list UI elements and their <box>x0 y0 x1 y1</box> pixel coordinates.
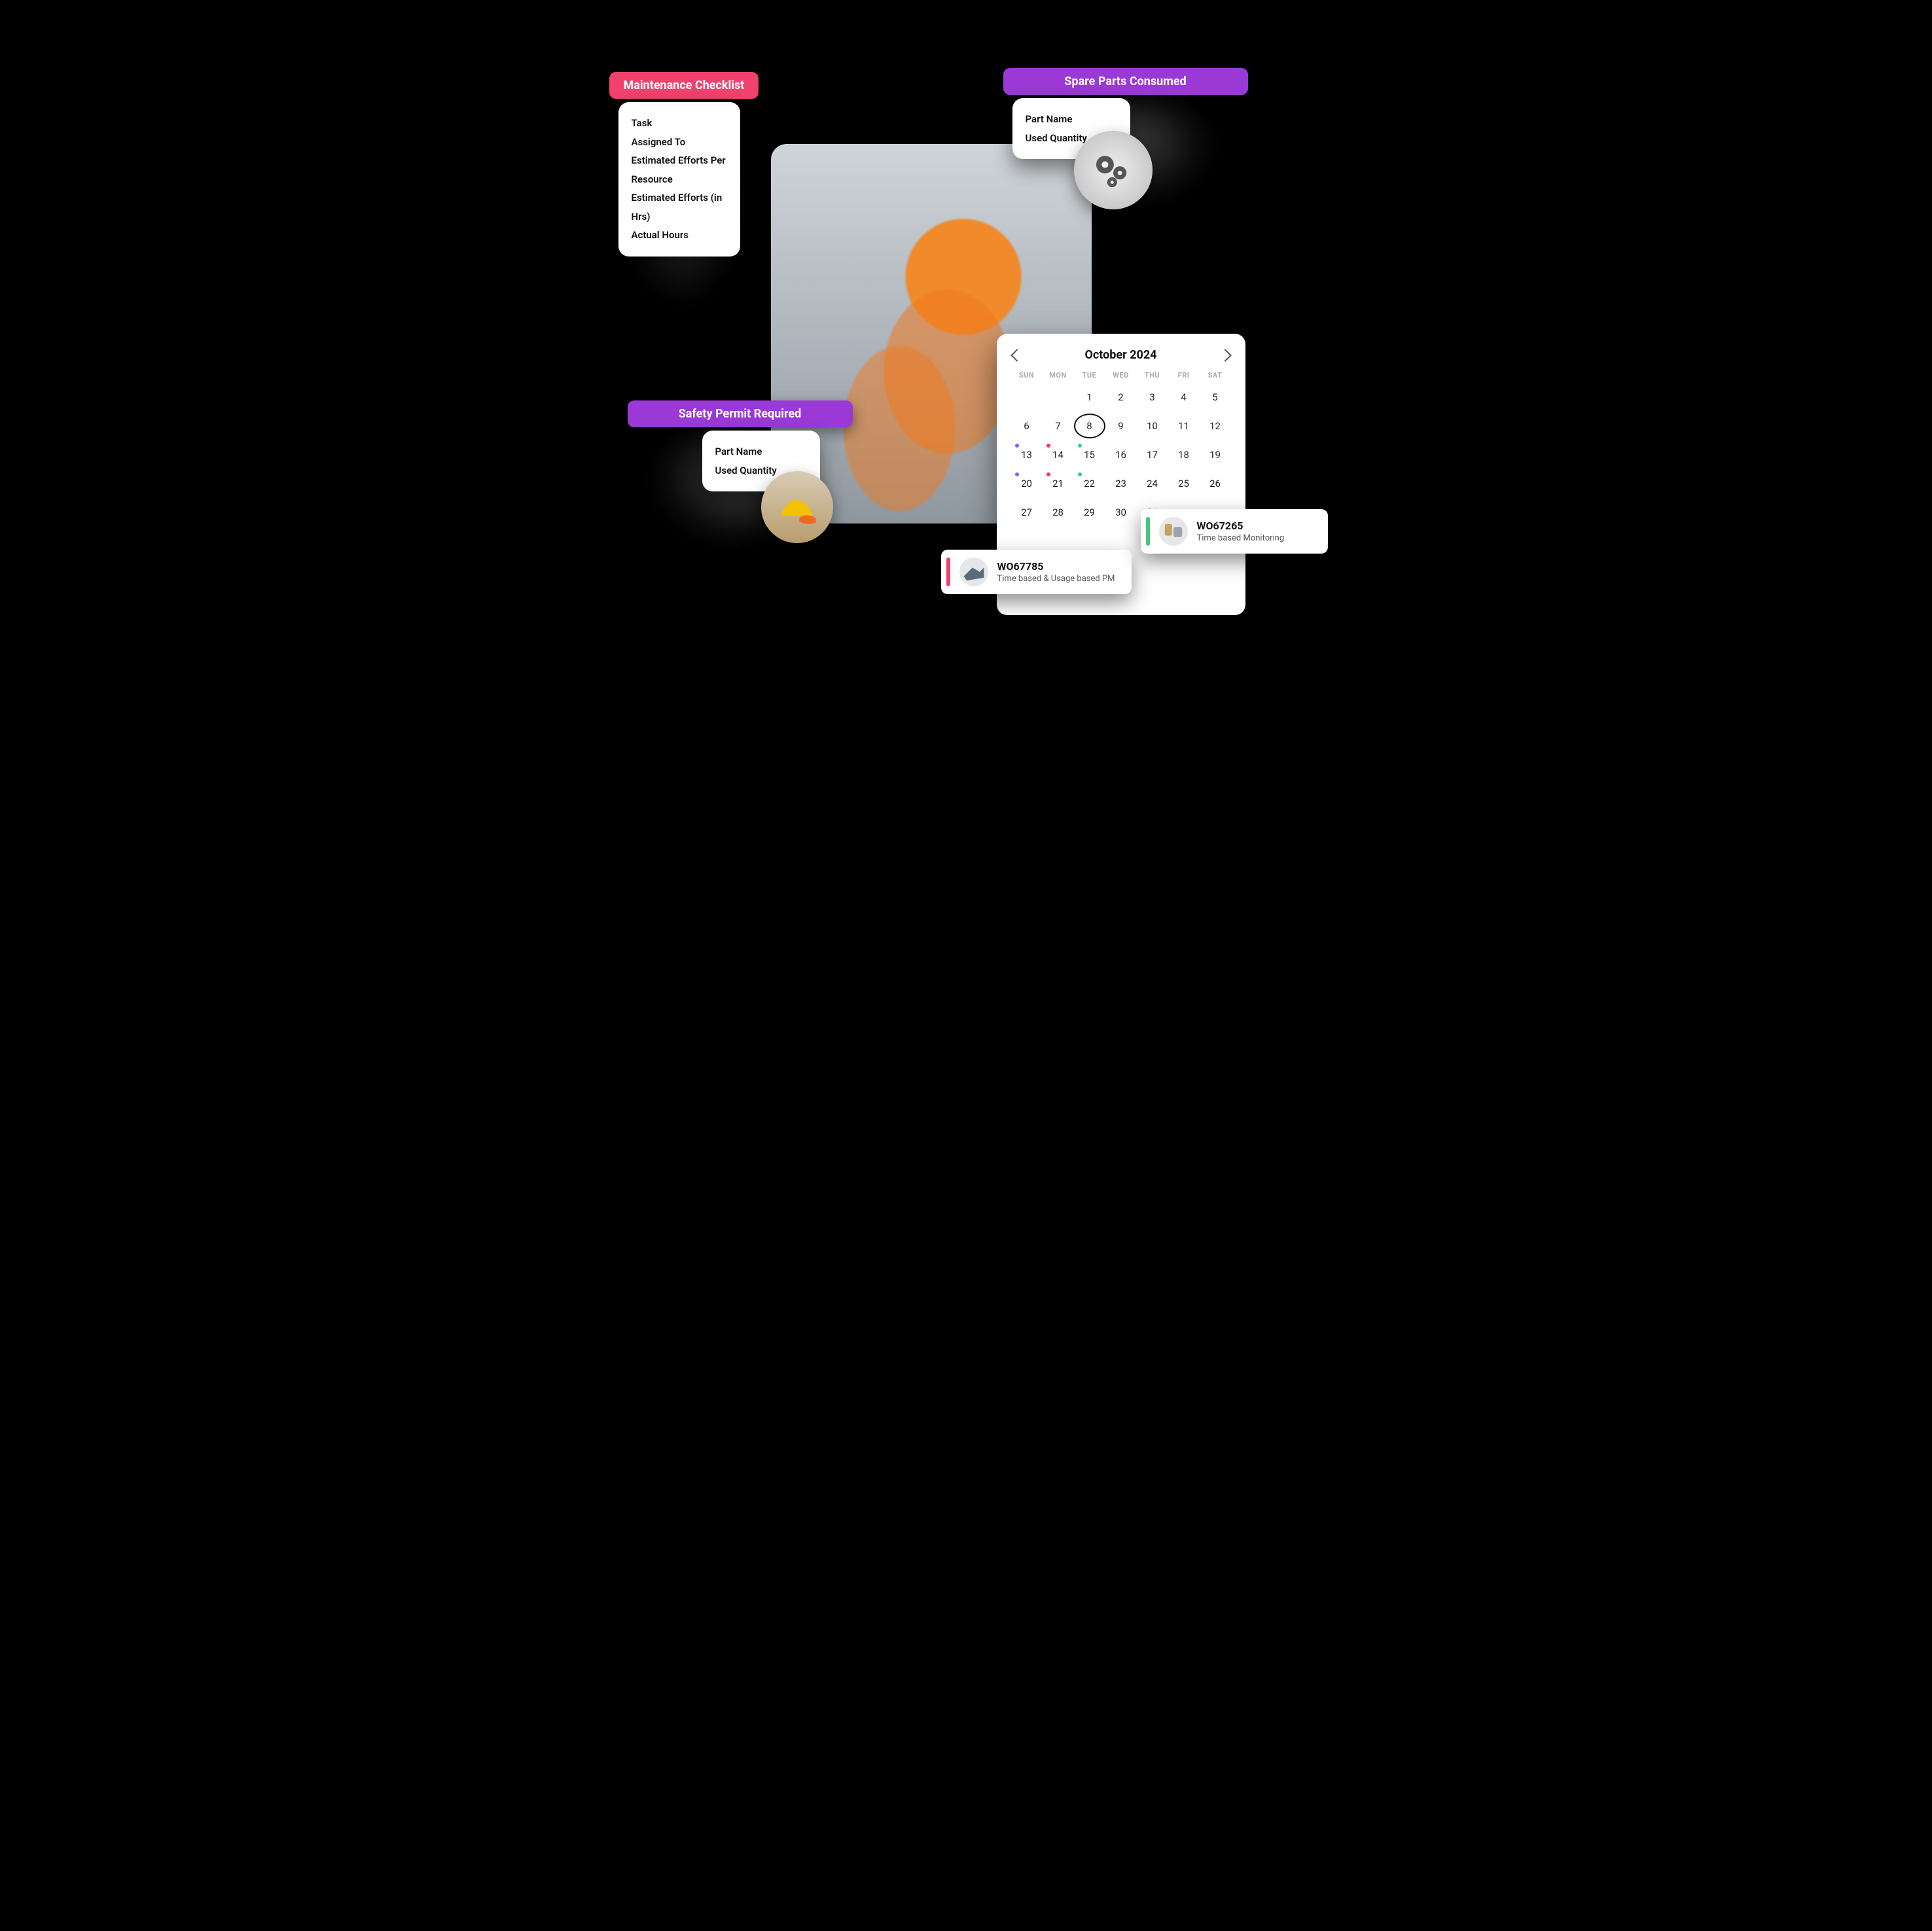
checklist-field: Assigned To <box>632 133 727 152</box>
wo-desc: Time based Monitoring <box>1197 533 1285 543</box>
calendar-day[interactable]: 7 <box>1043 414 1074 438</box>
calendar-day[interactable]: 11 <box>1168 414 1200 438</box>
work-order-card[interactable]: WO67265 Time based Monitoring <box>1141 509 1328 554</box>
spare-parts-header: Spare Parts Consumed <box>1003 68 1248 95</box>
calendar-day[interactable]: 30 <box>1105 500 1137 525</box>
calendar-day[interactable]: 2 <box>1105 385 1137 410</box>
calendar-day[interactable]: 6 <box>1011 414 1043 438</box>
dow: SAT <box>1200 371 1231 380</box>
checklist-field: Estimated Efforts (in Hrs) <box>632 188 727 226</box>
calendar-next-button[interactable] <box>1219 349 1231 361</box>
calendar-day[interactable]: 14 <box>1043 442 1074 467</box>
oil-can-icon <box>959 558 988 586</box>
calendar-day[interactable]: 23 <box>1105 471 1137 496</box>
calendar-day[interactable]: 24 <box>1137 471 1168 496</box>
calendar-day[interactable]: 4 <box>1168 385 1200 410</box>
calendar-day[interactable]: 16 <box>1105 442 1137 467</box>
gears-badge <box>1074 131 1153 209</box>
calendar-day[interactable]: 22 <box>1074 471 1105 496</box>
stage: Maintenance Checklist Task Assigned To E… <box>604 0 1329 724</box>
checklist-field: Actual Hours <box>632 226 727 245</box>
calendar-day[interactable]: 29 <box>1074 500 1105 525</box>
calendar-day[interactable]: 9 <box>1105 414 1137 438</box>
work-order-card[interactable]: WO67785 Time based & Usage based PM <box>941 550 1132 594</box>
calendar-grid: ..12345678910111213141516171819202122232… <box>1011 385 1231 525</box>
calendar-day[interactable]: 13 <box>1011 442 1043 467</box>
parts-icon <box>1159 517 1188 546</box>
safety-permit-header: Safety Permit Required <box>628 400 853 427</box>
wo-desc: Time based & Usage based PM <box>997 574 1115 584</box>
calendar-day[interactable]: 12 <box>1200 414 1231 438</box>
calendar-day[interactable]: 10 <box>1137 414 1168 438</box>
spare-parts-field: Part Name <box>1026 110 1117 129</box>
dow: THU <box>1137 371 1168 380</box>
dow: MON <box>1043 371 1074 380</box>
dow: WED <box>1105 371 1137 380</box>
calendar-day[interactable]: 26 <box>1200 471 1231 496</box>
calendar-day[interactable]: 25 <box>1168 471 1200 496</box>
checklist-field: Estimated Efforts Per Resource <box>632 151 727 188</box>
calendar-day[interactable]: 19 <box>1200 442 1231 467</box>
dow: TUE <box>1074 371 1105 380</box>
calendar-day[interactable]: 20 <box>1011 471 1043 496</box>
wo-color-bar <box>1146 517 1150 546</box>
calendar-prev-button[interactable] <box>1011 349 1023 361</box>
calendar-day[interactable]: 18 <box>1168 442 1200 467</box>
calendar-day[interactable]: 27 <box>1011 500 1043 525</box>
checklist-field: Task <box>632 114 727 133</box>
calendar-day[interactable]: 5 <box>1200 385 1231 410</box>
gear-icon <box>1086 143 1141 198</box>
ppe-badge <box>761 471 833 543</box>
wo-color-bar <box>946 558 950 586</box>
calendar-day[interactable]: 3 <box>1137 385 1168 410</box>
dow: SUN <box>1011 371 1043 380</box>
checklist-card: Task Assigned To Estimated Efforts Per R… <box>618 102 740 257</box>
calendar-day[interactable]: 21 <box>1043 471 1074 496</box>
calendar-dow-row: SUN MON TUE WED THU FRI SAT <box>1011 371 1231 380</box>
calendar-day[interactable]: 17 <box>1137 442 1168 467</box>
calendar-day[interactable]: 1 <box>1074 385 1105 410</box>
dow: FRI <box>1168 371 1200 380</box>
safety-permit-field: Part Name <box>715 442 807 461</box>
calendar-day[interactable]: 28 <box>1043 500 1074 525</box>
wo-id: WO67265 <box>1197 520 1285 532</box>
calendar-day[interactable]: 8 <box>1074 414 1105 438</box>
hardhat-icon <box>772 482 822 533</box>
calendar-day[interactable]: 15 <box>1074 442 1105 467</box>
calendar-title: October 2024 <box>1084 348 1156 362</box>
wo-id: WO67785 <box>997 560 1115 573</box>
checklist-header: Maintenance Checklist <box>609 72 759 99</box>
